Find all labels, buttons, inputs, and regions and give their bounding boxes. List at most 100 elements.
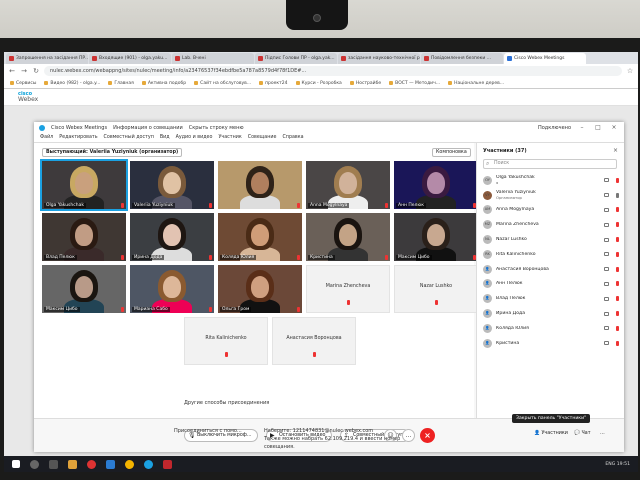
video-tile[interactable]: Ирина Дода <box>130 213 214 261</box>
participant-row[interactable]: 👤 Кристина <box>477 336 625 351</box>
microphone-icon[interactable] <box>616 237 619 243</box>
microphone-icon[interactable] <box>616 177 619 183</box>
participant-row[interactable]: RK Rita Kalinichenko <box>477 247 625 262</box>
url-input[interactable]: nulec.webex.com/webappng/sites/nulec/mee… <box>44 66 622 76</box>
bookmark-item[interactable]: Главная <box>108 81 134 86</box>
search-icon[interactable] <box>30 459 39 469</box>
close-icon[interactable]: × <box>609 124 619 131</box>
menu-item[interactable]: Вид <box>160 135 170 140</box>
star-icon[interactable]: ☆ <box>626 67 634 75</box>
more-options-icon[interactable]: … <box>402 429 415 442</box>
audio-only-tile[interactable]: Marina Zhencheva <box>306 265 390 313</box>
browser-tab[interactable]: Запрошення на засідання ПР... <box>6 53 88 64</box>
participant-row[interactable]: 👤 Анастасия Воронцова <box>477 262 625 277</box>
video-tile[interactable]: Влад Пелюк <box>42 213 126 261</box>
word-icon[interactable] <box>106 459 115 469</box>
browser-tab[interactable]: засідання науково-технічної ради <box>338 53 420 64</box>
participants-toggle-button[interactable]: 👤 Участники <box>534 431 568 436</box>
bookmark-item[interactable]: Сайт на обслуговув... <box>194 81 251 86</box>
explorer-icon[interactable] <box>68 459 77 469</box>
bookmark-item[interactable]: Aктивна подобр <box>141 80 187 86</box>
webex-taskbar-icon[interactable] <box>144 459 153 469</box>
audio-only-tile[interactable]: Rita Kalinichenko <box>184 317 268 365</box>
reload-icon[interactable]: ↻ <box>32 67 40 75</box>
browser-tab[interactable]: Входящие (901) - olga.yaku... <box>89 53 171 64</box>
microphone-icon[interactable] <box>616 340 619 346</box>
participant-row[interactable]: 👤 Влад Пелюк <box>477 291 625 306</box>
back-icon[interactable]: ← <box>8 67 16 75</box>
browser-tab[interactable]: Підпис Голови ПР - olga.yak... <box>255 53 337 64</box>
bookmark-item[interactable]: Курси - Розробка <box>295 81 342 86</box>
video-tile[interactable] <box>218 161 302 209</box>
video-tile[interactable]: Анн Пелюк <box>394 161 478 209</box>
bookmark-icon <box>295 81 300 85</box>
microphone-icon[interactable] <box>616 207 619 213</box>
menu-item[interactable]: Редактировать <box>59 135 97 140</box>
panel-close-icon[interactable]: × <box>613 147 618 154</box>
participant-row[interactable]: VY Valeriia Yuziyniuk Организатор <box>477 188 625 203</box>
browser-tab[interactable]: Повідомлення безпеки ... <box>421 53 503 64</box>
video-tile[interactable]: Максим Цибо <box>394 213 478 261</box>
video-tile[interactable]: Мариана Сабо <box>130 265 214 313</box>
audio-only-tile[interactable]: Анастасия Воронцова <box>272 317 356 365</box>
browser-tab[interactable]: Cisco Webex Meetings <box>504 53 586 64</box>
participant-row[interactable]: 👤 Ирина Дода <box>477 306 625 321</box>
bookmark-item[interactable]: Видео (982) - olga.y... <box>44 81 100 86</box>
hide-menu-button[interactable]: Скрыть строку меню <box>189 125 244 131</box>
menu-item[interactable]: Файл <box>40 135 53 140</box>
video-tile[interactable]: Ольга Гром <box>218 265 302 313</box>
bookmark-item[interactable]: Нострайбе <box>349 81 381 86</box>
microphone-icon[interactable] <box>616 325 619 331</box>
microphone-icon[interactable] <box>616 222 619 228</box>
chat-button[interactable]: 💬 Чат <box>574 431 591 436</box>
audio-only-tile[interactable]: Nazar Lushko <box>394 265 478 313</box>
video-tile[interactable]: Максим Цибо <box>42 265 126 313</box>
chrome-icon[interactable] <box>125 459 134 469</box>
meeting-info-button[interactable]: Информация о совещании <box>113 125 183 131</box>
bookmark-item[interactable]: ВОСТ — Методич... <box>389 81 440 86</box>
forward-icon[interactable]: → <box>20 67 28 75</box>
browser-tab[interactable]: Lab. Вчені <box>172 53 254 64</box>
opera-icon[interactable] <box>87 459 96 469</box>
minimize-icon[interactable]: – <box>577 124 587 131</box>
participant-row[interactable]: 👤 Коляда Юлия <box>477 321 625 336</box>
microphone-icon[interactable] <box>616 192 619 198</box>
connection-status[interactable]: Подключено <box>538 125 571 131</box>
microphone-icon[interactable] <box>616 281 619 287</box>
bookmark-item[interactable]: проект24 <box>259 81 288 86</box>
participant-row[interactable]: MZ Marina Zhencheva <box>477 217 625 232</box>
participants-search-input[interactable]: Поиск ⌕ <box>483 159 617 169</box>
menu-item[interactable]: Участник <box>218 135 241 140</box>
maximize-icon[interactable]: □ <box>593 124 603 131</box>
windows-start-icon[interactable] <box>12 460 20 468</box>
menu-item[interactable]: Справка <box>282 135 303 140</box>
video-tile[interactable]: Valeriia Yuziyniuk <box>130 161 214 209</box>
microphone-icon[interactable] <box>616 251 619 257</box>
bookmark-item[interactable]: Сервисы <box>10 81 36 86</box>
window-title: Cisco Webex Meetings <box>51 124 108 131</box>
browser-tab-title: Lab. Вчені <box>182 56 206 61</box>
menu-item[interactable]: Совместный доступ <box>104 135 154 140</box>
menu-item[interactable]: Совещание <box>248 135 277 140</box>
video-tile[interactable]: Olga Yakushchak <box>40 159 128 211</box>
audio-only-tile-name: Анастасия Воронцова <box>286 336 342 341</box>
layout-button[interactable]: Компоновка <box>432 148 471 157</box>
end-call-icon[interactable]: × <box>420 428 435 443</box>
video-tile[interactable]: Anna Mogylnaya <box>306 161 390 209</box>
task-view-icon[interactable] <box>49 459 58 469</box>
dial-line-1[interactable]: Наберите: 1211474831@nulec.webex.com <box>264 428 373 434</box>
more-icon[interactable]: … <box>600 431 605 436</box>
participant-row[interactable]: OY Olga Yakushchak я <box>477 173 625 188</box>
video-tile[interactable]: Кристина <box>306 213 390 261</box>
microphone-icon[interactable] <box>616 296 619 302</box>
bookmark-item[interactable]: Національне дерев... <box>448 81 504 86</box>
bookmark-label: Aктивна подобр <box>147 80 187 86</box>
video-tile[interactable]: Коляда Юлия <box>218 213 302 261</box>
acrobat-icon[interactable] <box>163 459 172 469</box>
participant-row[interactable]: AM Anna Mogylnaya <box>477 203 625 218</box>
microphone-icon[interactable] <box>616 311 619 317</box>
menu-item[interactable]: Аудио и видео <box>176 135 213 140</box>
microphone-icon[interactable] <box>616 266 619 272</box>
participant-row[interactable]: 👤 Анн Пелюк <box>477 277 625 292</box>
participant-row[interactable]: NL Nazar Lushko <box>477 232 625 247</box>
